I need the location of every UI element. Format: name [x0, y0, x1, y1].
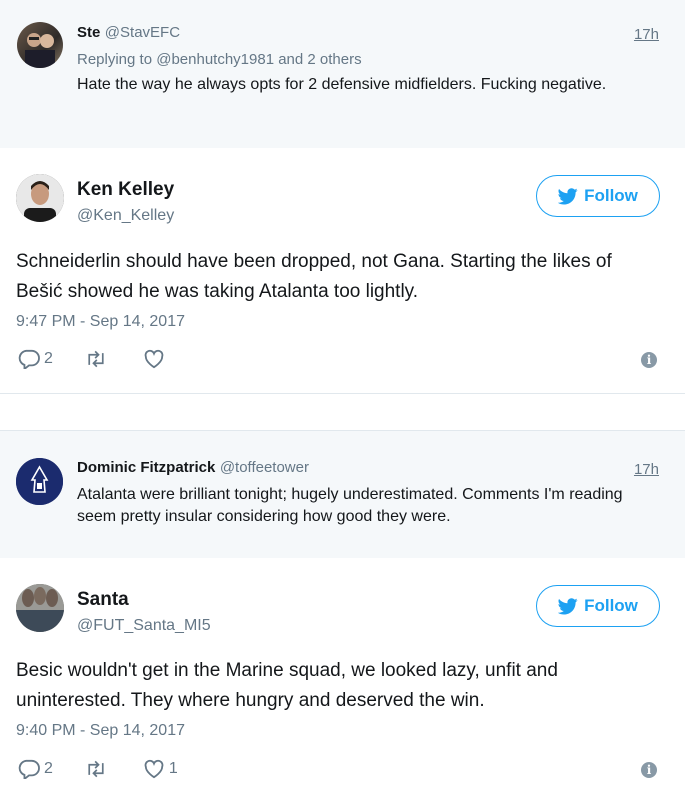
replying-to: Replying to @benhutchy1981 and 2 others: [77, 51, 362, 68]
avatar[interactable]: [16, 584, 64, 632]
follow-button[interactable]: Follow: [536, 175, 660, 217]
avatar[interactable]: [17, 22, 63, 68]
tweet-text: Schneiderlin should have been dropped, n…: [16, 251, 612, 302]
info-icon[interactable]: i: [641, 352, 657, 368]
like-button[interactable]: 1: [143, 759, 178, 779]
replying-prefix: Replying to: [77, 51, 153, 68]
profile-photo-icon: [16, 174, 64, 222]
avatar[interactable]: [16, 174, 64, 222]
reply-icon: [18, 759, 40, 779]
divider: [0, 393, 685, 394]
author-name[interactable]: Ken Kelley: [77, 179, 174, 201]
like-count: 1: [168, 760, 178, 777]
context-tweet-dominic: Dominic Fitzpatrick @toffeetower 17h Ata…: [0, 431, 685, 558]
replying-suffix[interactable]: and 2 others: [278, 51, 361, 68]
tweet-time[interactable]: 17h: [634, 461, 659, 478]
follow-button[interactable]: Follow: [536, 585, 660, 627]
reply-count: 2: [44, 350, 53, 367]
context-tweet-ste: Ste @StavEFC 17h Replying to @benhutchy1…: [0, 0, 685, 148]
avatar[interactable]: [16, 458, 63, 505]
author-handle[interactable]: @FUT_Santa_MI5: [77, 617, 211, 635]
reply-count: 2: [44, 760, 53, 777]
heart-icon: [144, 759, 164, 779]
reply-button[interactable]: 2: [18, 349, 53, 369]
profile-photo-icon: [25, 33, 55, 68]
info-icon[interactable]: i: [641, 762, 657, 778]
follow-label: Follow: [584, 596, 638, 615]
tweet-date[interactable]: 9:47 PM - Sep 14, 2017: [16, 313, 185, 331]
replying-to-link[interactable]: @benhutchy1981: [156, 51, 274, 68]
reply-icon: [18, 349, 40, 369]
tweet-text: Atalanta were brilliant tonight; hugely …: [77, 486, 623, 525]
author-handle[interactable]: @toffeetower: [220, 459, 309, 476]
tweet-text: Hate the way he always opts for 2 defens…: [77, 76, 607, 93]
heart-icon: [144, 349, 164, 369]
retweet-icon: [88, 760, 104, 778]
author-handle[interactable]: @StavEFC: [105, 24, 180, 41]
retweet-icon: [88, 350, 104, 368]
like-button[interactable]: [143, 349, 169, 369]
author-handle[interactable]: @Ken_Kelley: [77, 207, 174, 225]
profile-photo-icon: [16, 584, 64, 632]
author-name[interactable]: Santa: [77, 589, 129, 611]
tweet-time[interactable]: 17h: [634, 26, 659, 43]
author-name[interactable]: Dominic Fitzpatrick: [77, 459, 215, 476]
follow-label: Follow: [584, 186, 638, 205]
tweet-date[interactable]: 9:40 PM - Sep 14, 2017: [16, 722, 185, 740]
twitter-bird-icon: [558, 187, 578, 204]
tweet-actions: 2 1: [18, 759, 210, 779]
retweet-button[interactable]: [85, 349, 111, 369]
twitter-bird-icon: [558, 597, 578, 614]
tweet-text: Besic wouldn't get in the Marine squad, …: [16, 660, 558, 711]
tower-logo-icon: [16, 458, 63, 505]
reply-button[interactable]: 2: [18, 759, 53, 779]
author-name[interactable]: Ste: [77, 24, 100, 41]
retweet-button[interactable]: [85, 759, 111, 779]
tweet-actions: 2: [18, 349, 201, 369]
